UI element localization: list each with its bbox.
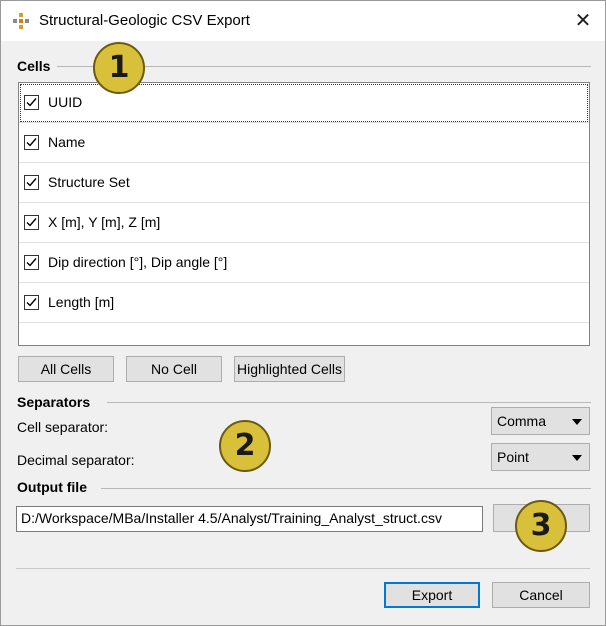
chevron-down-icon <box>572 455 582 461</box>
list-item-label: Length [m] <box>48 294 115 310</box>
footer-divider <box>16 568 590 569</box>
output-divider <box>101 488 591 489</box>
highlighted-cells-button[interactable]: Highlighted Cells <box>234 356 345 382</box>
checkbox-uuid[interactable] <box>24 95 39 110</box>
export-button[interactable]: Export <box>384 582 480 608</box>
list-item[interactable]: Dip direction [°], Dip angle [°] <box>19 243 589 283</box>
cancel-button[interactable]: Cancel <box>492 582 590 608</box>
list-item-label: X [m], Y [m], Z [m] <box>48 214 161 230</box>
list-item-label: Dip direction [°], Dip angle [°] <box>48 254 228 270</box>
list-item-label: UUID <box>48 94 83 110</box>
separators-header: Separators <box>17 394 91 410</box>
checkbox-length[interactable] <box>24 295 39 310</box>
cell-separator-select[interactable]: Comma <box>491 407 590 435</box>
list-item[interactable]: Name <box>19 123 589 163</box>
list-item[interactable]: X [m], Y [m], Z [m] <box>19 203 589 243</box>
callout-3: 3 <box>515 500 567 552</box>
cells-header: Cells <box>17 58 51 74</box>
no-cell-button[interactable]: No Cell <box>126 356 222 382</box>
list-item[interactable]: Structure Set <box>19 163 589 203</box>
cell-separator-value: Comma <box>497 413 547 429</box>
checkbox-structure-set[interactable] <box>24 175 39 190</box>
close-icon[interactable]: ✕ <box>561 1 605 41</box>
callout-2: 2 <box>219 420 271 472</box>
window-title: Structural-Geologic CSV Export <box>39 12 250 29</box>
cells-list[interactable]: UUID Name Structure Set X [m], Y [m], Z … <box>18 82 590 346</box>
list-item-label: Structure Set <box>48 174 130 190</box>
title-bar: Structural-Geologic CSV Export ✕ <box>1 1 605 41</box>
cell-separator-label: Cell separator: <box>17 419 109 435</box>
list-item-label: Name <box>48 134 86 150</box>
callout-1: 1 <box>93 42 145 94</box>
separators-divider <box>107 402 591 403</box>
decimal-separator-select[interactable]: Point <box>491 443 590 471</box>
checkbox-xyz[interactable] <box>24 215 39 230</box>
list-item[interactable]: Length [m] <box>19 283 589 323</box>
export-dialog: Structural-Geologic CSV Export ✕ Cells U… <box>0 0 606 626</box>
output-path-field[interactable]: D:/Workspace/MBa/Installer 4.5/Analyst/T… <box>16 506 483 532</box>
output-header: Output file <box>17 479 87 495</box>
all-cells-button[interactable]: All Cells <box>18 356 114 382</box>
checkbox-dip[interactable] <box>24 255 39 270</box>
chevron-down-icon <box>572 419 582 425</box>
app-grid-icon <box>13 13 29 29</box>
checkbox-name[interactable] <box>24 135 39 150</box>
decimal-separator-label: Decimal separator: <box>17 452 135 468</box>
decimal-separator-value: Point <box>497 449 529 465</box>
